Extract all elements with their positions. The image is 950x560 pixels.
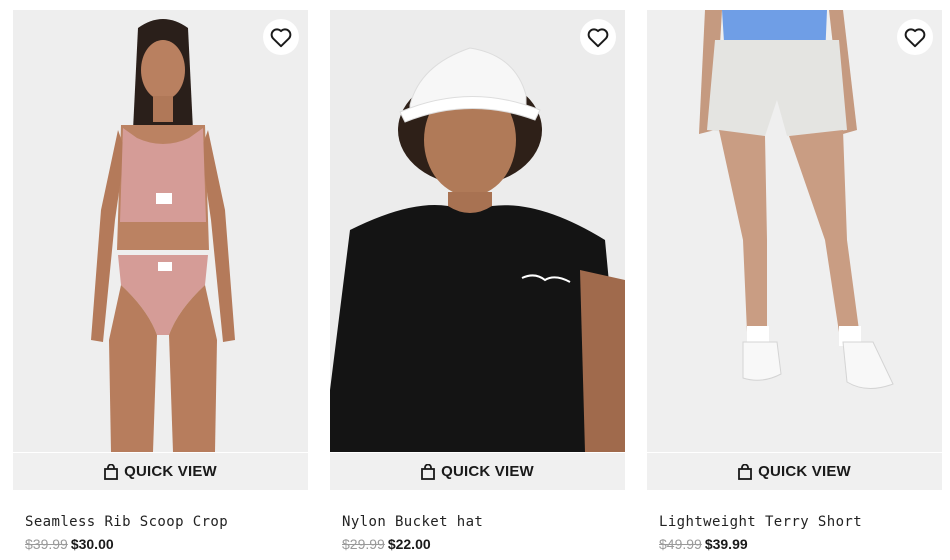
original-price: $29.99 [342, 536, 385, 552]
wishlist-button[interactable] [580, 19, 616, 55]
product-image[interactable] [647, 10, 942, 452]
quick-view-label: QUICK VIEW [758, 463, 851, 480]
product-price: $29.99 $22.00 [342, 536, 625, 552]
product-card[interactable]: QUICK VIEW Lightweight Terry Short $49.9… [647, 10, 942, 552]
heart-outline-icon [587, 28, 609, 48]
quick-view-button[interactable]: QUICK VIEW [330, 453, 625, 490]
original-price: $39.99 [25, 536, 68, 552]
heart-outline-icon [270, 28, 292, 48]
product-name-link[interactable]: Nylon Bucket hat [342, 514, 625, 530]
shopping-bag-icon [104, 463, 118, 480]
product-photo [13, 10, 308, 452]
product-name-link[interactable]: Seamless Rib Scoop Crop [25, 514, 308, 530]
shopping-bag-icon [421, 463, 435, 480]
quick-view-label: QUICK VIEW [441, 463, 534, 480]
product-photo [330, 10, 625, 452]
product-image[interactable] [13, 10, 308, 452]
quick-view-button[interactable]: QUICK VIEW [647, 453, 942, 490]
sale-price: $22.00 [387, 536, 431, 552]
sale-price: $39.99 [704, 536, 748, 552]
product-price: $49.99 $39.99 [659, 536, 942, 552]
sale-price: $30.00 [70, 536, 114, 552]
wishlist-button[interactable] [263, 19, 299, 55]
quick-view-button[interactable]: QUICK VIEW [13, 453, 308, 490]
product-photo [647, 10, 942, 452]
product-grid: QUICK VIEW Seamless Rib Scoop Crop $39.9… [0, 0, 950, 560]
product-card[interactable]: QUICK VIEW Seamless Rib Scoop Crop $39.9… [13, 10, 308, 552]
product-image[interactable] [330, 10, 625, 452]
product-card[interactable]: QUICK VIEW Nylon Bucket hat $29.99 $22.00 [330, 10, 625, 552]
shopping-bag-icon [738, 463, 752, 480]
product-price: $39.99 $30.00 [25, 536, 308, 552]
product-name-link[interactable]: Lightweight Terry Short [659, 514, 942, 530]
wishlist-button[interactable] [897, 19, 933, 55]
quick-view-label: QUICK VIEW [124, 463, 217, 480]
heart-outline-icon [904, 28, 926, 48]
original-price: $49.99 [659, 536, 702, 552]
